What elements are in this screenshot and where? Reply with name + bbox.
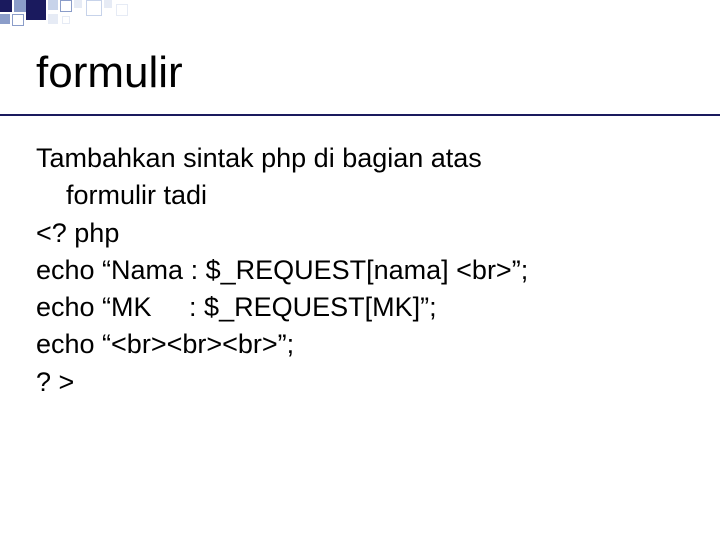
- code-line-3: echo “MK : $_REQUEST[MK]”;: [36, 289, 684, 326]
- code-line-5: ? >: [36, 364, 684, 401]
- slide: formulir Tambahkan sintak php di bagian …: [0, 0, 720, 540]
- slide-title: formulir: [36, 48, 183, 98]
- title-divider: [0, 114, 720, 116]
- intro-line-2: formulir tadi: [66, 177, 684, 214]
- code-line-1: <? php: [36, 215, 684, 252]
- slide-body: Tambahkan sintak php di bagian atas form…: [36, 140, 684, 401]
- corner-decoration: [0, 0, 160, 30]
- code-line-4: echo “<br><br><br>”;: [36, 326, 684, 363]
- code-line-2: echo “Nama : $_REQUEST[nama] <br>”;: [36, 252, 684, 289]
- intro-line-1: Tambahkan sintak php di bagian atas: [36, 140, 684, 177]
